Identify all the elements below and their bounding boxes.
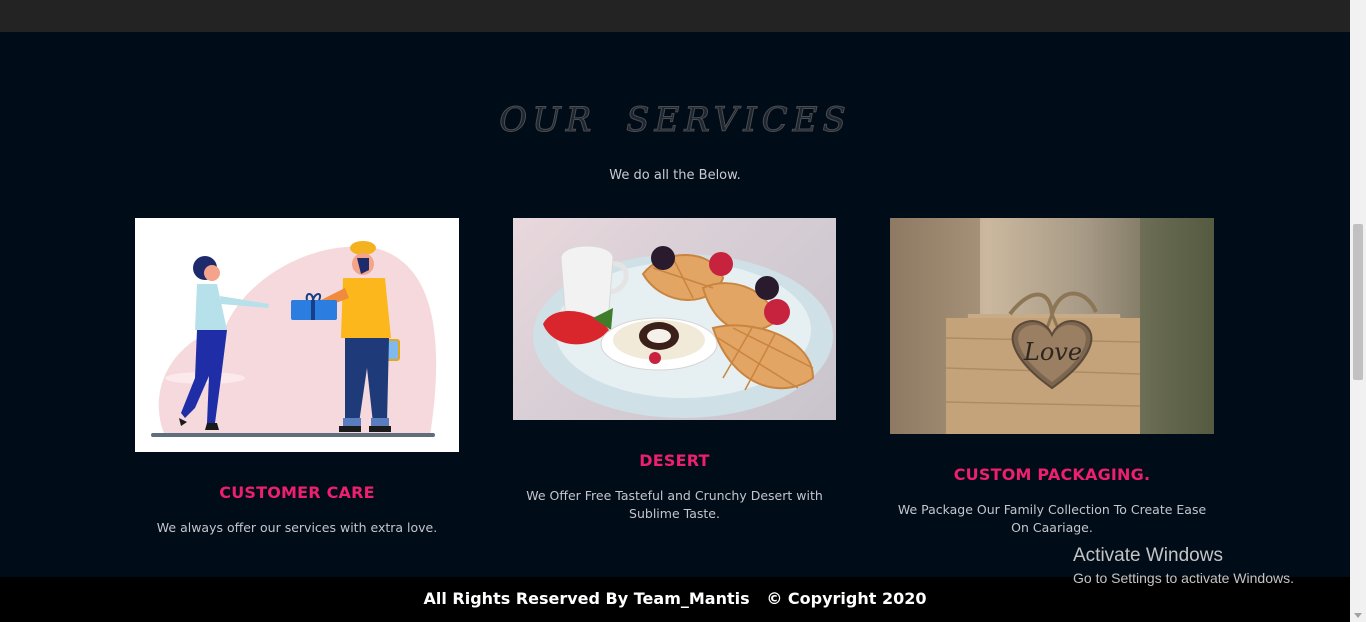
section-subtitle: We do all the Below.	[609, 168, 741, 183]
card-title: CUSTOM PACKAGING.	[953, 465, 1151, 484]
love-heart-icon: Love	[1023, 338, 1083, 366]
customer-care-illustration	[135, 218, 459, 452]
service-card-custom-packaging: Love CUSTOM PACKAGING. We Package Our Fa…	[890, 218, 1214, 548]
love-gift-box-photo: Love	[890, 218, 1214, 434]
card-description: We Package Our Family Collection To Crea…	[897, 502, 1207, 535]
card-description: We always offer our services with extra …	[156, 520, 438, 535]
card-title: DESERT	[639, 451, 710, 470]
waffle-dessert-photo	[513, 218, 836, 420]
card-description: We Offer Free Tasteful and Crunchy Deser…	[526, 488, 823, 521]
scroll-down-arrow-icon[interactable]	[1354, 613, 1362, 618]
watermark-title: Activate Windows	[1073, 545, 1223, 566]
vertical-scrollbar[interactable]	[1350, 0, 1366, 622]
section-title: OUR SERVICES	[499, 100, 851, 141]
watermark-subtitle: Go to Settings to activate Windows.	[1073, 570, 1294, 586]
card-title: CUSTOMER CARE	[219, 483, 375, 502]
service-card-desert: DESERT We Offer Free Tasteful and Crunch…	[513, 218, 836, 538]
scrollbar-thumb[interactable]	[1353, 224, 1363, 380]
service-card-customer-care: CUSTOMER CARE We always offer our servic…	[135, 218, 459, 548]
activate-windows-watermark: Activate Windows Go to Settings to activ…	[1073, 545, 1294, 586]
top-nav-bar	[0, 0, 1350, 32]
services-section: OUR SERVICES We do all the Below. CUSTOM…	[0, 32, 1350, 577]
copyright-text: All Rights Reserved By Team_Mantis © Cop…	[423, 589, 927, 608]
